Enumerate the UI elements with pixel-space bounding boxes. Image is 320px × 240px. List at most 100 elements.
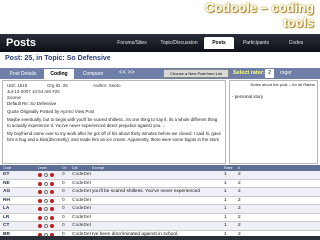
tab-coding[interactable]: Coding <box>44 69 74 79</box>
choose-post-button[interactable]: Choose a New Post from List <box>163 69 229 78</box>
table-row[interactable]: RH 0 CodeDet 1 2 <box>0 196 320 205</box>
code-label: RH <box>3 197 10 203</box>
post-paragraph: Quote Originally Posted by Ayzmo View Po… <box>7 109 95 114</box>
count-value: 2 <box>238 189 241 194</box>
code-label: CT <box>3 223 10 228</box>
rater-select[interactable]: 2 <box>265 69 274 78</box>
nav-topic-discussion[interactable]: Topic/Discussion <box>156 37 202 49</box>
dot-empty-icon[interactable] <box>44 207 48 211</box>
code-label: LA <box>3 206 10 211</box>
top-navbar: Posts Forums/Sites Topic/Discussion Post… <box>0 34 320 52</box>
rater-value: 1 <box>224 180 227 186</box>
dot-empty-icon[interactable] <box>44 224 48 228</box>
dot-filled-icon[interactable] <box>50 215 54 220</box>
post-content-panel: UID: 1615 Org ID: 25 Author: Seeto Jul-1… <box>2 80 226 164</box>
dot-filled-icon[interactable] <box>50 207 54 211</box>
excerpt-text: you'll be scared shitless. You've never … <box>92 189 200 194</box>
category-label: CodeDet <box>72 189 91 194</box>
notes-entry: - personal story <box>232 94 264 99</box>
dot-filled-icon[interactable] <box>38 173 42 177</box>
nav-posts[interactable]: Posts <box>204 37 234 49</box>
tab-compare[interactable]: Compare <box>76 69 110 79</box>
app-logo: Posts <box>6 37 36 49</box>
post-body: Default Re: So Defensive Quote Originall… <box>7 101 221 145</box>
ch-value: 0 <box>62 197 65 203</box>
category-label: CodeDet <box>72 180 91 186</box>
count-value: 2 <box>238 214 241 220</box>
dot-filled-icon[interactable] <box>50 190 54 194</box>
dot-empty-icon[interactable] <box>44 215 48 220</box>
post-org-id: Org ID: 25 <box>47 83 68 88</box>
rater-label: Select rater: <box>233 70 265 76</box>
ch-value: 0 <box>62 223 65 228</box>
dot-filled-icon[interactable] <box>38 215 42 220</box>
code-label: NE <box>3 180 10 186</box>
dot-filled-icon[interactable] <box>38 207 42 211</box>
banner-title-line-1: Codoole – coding <box>204 0 314 15</box>
dot-filled-icon[interactable] <box>50 173 54 177</box>
post-title-bar: Post: 25, in Topic: So Defensive <box>0 52 320 68</box>
banner-title: Codoole – coding tools <box>154 0 314 30</box>
rater-value: 1 <box>224 172 227 177</box>
dot-empty-icon[interactable] <box>44 181 48 186</box>
title-banner: Codoole – coding tools <box>0 0 320 34</box>
ch-value: 0 <box>62 172 65 177</box>
table-row[interactable]: CT 0 CodeDet 1 2 <box>0 222 320 231</box>
dot-filled-icon[interactable] <box>50 224 54 228</box>
category-label: CodeDet <box>72 197 91 203</box>
count-value: 2 <box>238 197 241 203</box>
table-row[interactable]: DT 0 CodeDet 1 2 <box>0 171 320 180</box>
code-label: DT <box>3 172 10 177</box>
category-label: CodeDet <box>72 223 91 228</box>
dot-filled-icon[interactable] <box>50 198 54 203</box>
banner-title-line-2: tools <box>282 15 314 30</box>
notes-panel[interactable]: Notes about the post -- for all Raters -… <box>229 80 318 164</box>
table-row[interactable]: LR 0 CodeDet 1 2 <box>0 213 320 222</box>
post-paragraph: Maybe eventually, but to begin with you'… <box>7 117 218 128</box>
dot-filled-icon[interactable] <box>38 190 42 194</box>
rater-value: 1 <box>224 223 227 228</box>
nav-forums-sites[interactable]: Forums/Sites <box>110 37 154 49</box>
table-row[interactable]: AG 0 CodeDet you'll be scared shitless. You… <box>0 188 320 197</box>
count-value: 2 <box>238 172 241 177</box>
dot-empty-icon[interactable] <box>44 173 48 177</box>
rater-name: roger <box>280 70 292 76</box>
ch-value: 0 <box>62 206 65 211</box>
code-label: LR <box>3 214 10 220</box>
code-label: AG <box>3 189 11 194</box>
post-paragraph: Default Re: So Defensive <box>7 101 57 106</box>
category-label: CodeDet <box>72 206 91 211</box>
category-label: CodeDet <box>72 214 91 220</box>
dot-empty-icon[interactable] <box>44 190 48 194</box>
rater-value: 1 <box>224 206 227 211</box>
tab-strip: Post Details Coding Compare << >> Choose… <box>0 68 320 79</box>
rater-value: 1 <box>224 189 227 194</box>
dot-filled-icon[interactable] <box>38 198 42 203</box>
count-value: 2 <box>238 180 241 186</box>
dot-filled-icon[interactable] <box>38 181 42 186</box>
ch-value: 0 <box>62 180 65 186</box>
nav-participants[interactable]: Participants <box>236 37 276 49</box>
table-row[interactable]: LA 0 CodeDet 1 2 <box>0 205 320 214</box>
post-paragraph: My boyfriend came over to my work after … <box>7 131 221 142</box>
nav-codes[interactable]: Codes <box>278 37 314 49</box>
rater-value: 1 <box>224 197 227 203</box>
tab-post-details[interactable]: Post Details <box>4 69 42 79</box>
post-author: Author: Seeto <box>93 83 121 88</box>
page-title: Post: 25, in Topic: So Defensive <box>5 55 111 62</box>
post-date: Jul-13-2007 10:54 AM #25 <box>7 89 60 94</box>
ch-value: 0 <box>62 189 65 194</box>
dot-empty-icon[interactable] <box>44 198 48 203</box>
table-row[interactable]: NE 0 CodeDet 1 2 <box>0 179 320 188</box>
dot-filled-icon[interactable] <box>50 181 54 186</box>
count-value: 2 <box>238 223 241 228</box>
category-label: CodeDet <box>72 172 91 177</box>
count-value: 2 <box>238 206 241 211</box>
post-salutation: Sonnie <box>7 95 22 100</box>
code-table: DT 0 CodeDet 1 2 NE 0 CodeDet 1 2 AG 0 CodeDet you'll… <box>0 171 320 240</box>
post-nav-arrows[interactable]: << >> <box>119 68 135 79</box>
dot-filled-icon[interactable] <box>38 224 42 228</box>
post-uid: UID: 1615 <box>7 83 28 88</box>
footer-bar <box>0 236 320 240</box>
notes-header: Notes about the post -- for all Raters <box>250 82 315 87</box>
